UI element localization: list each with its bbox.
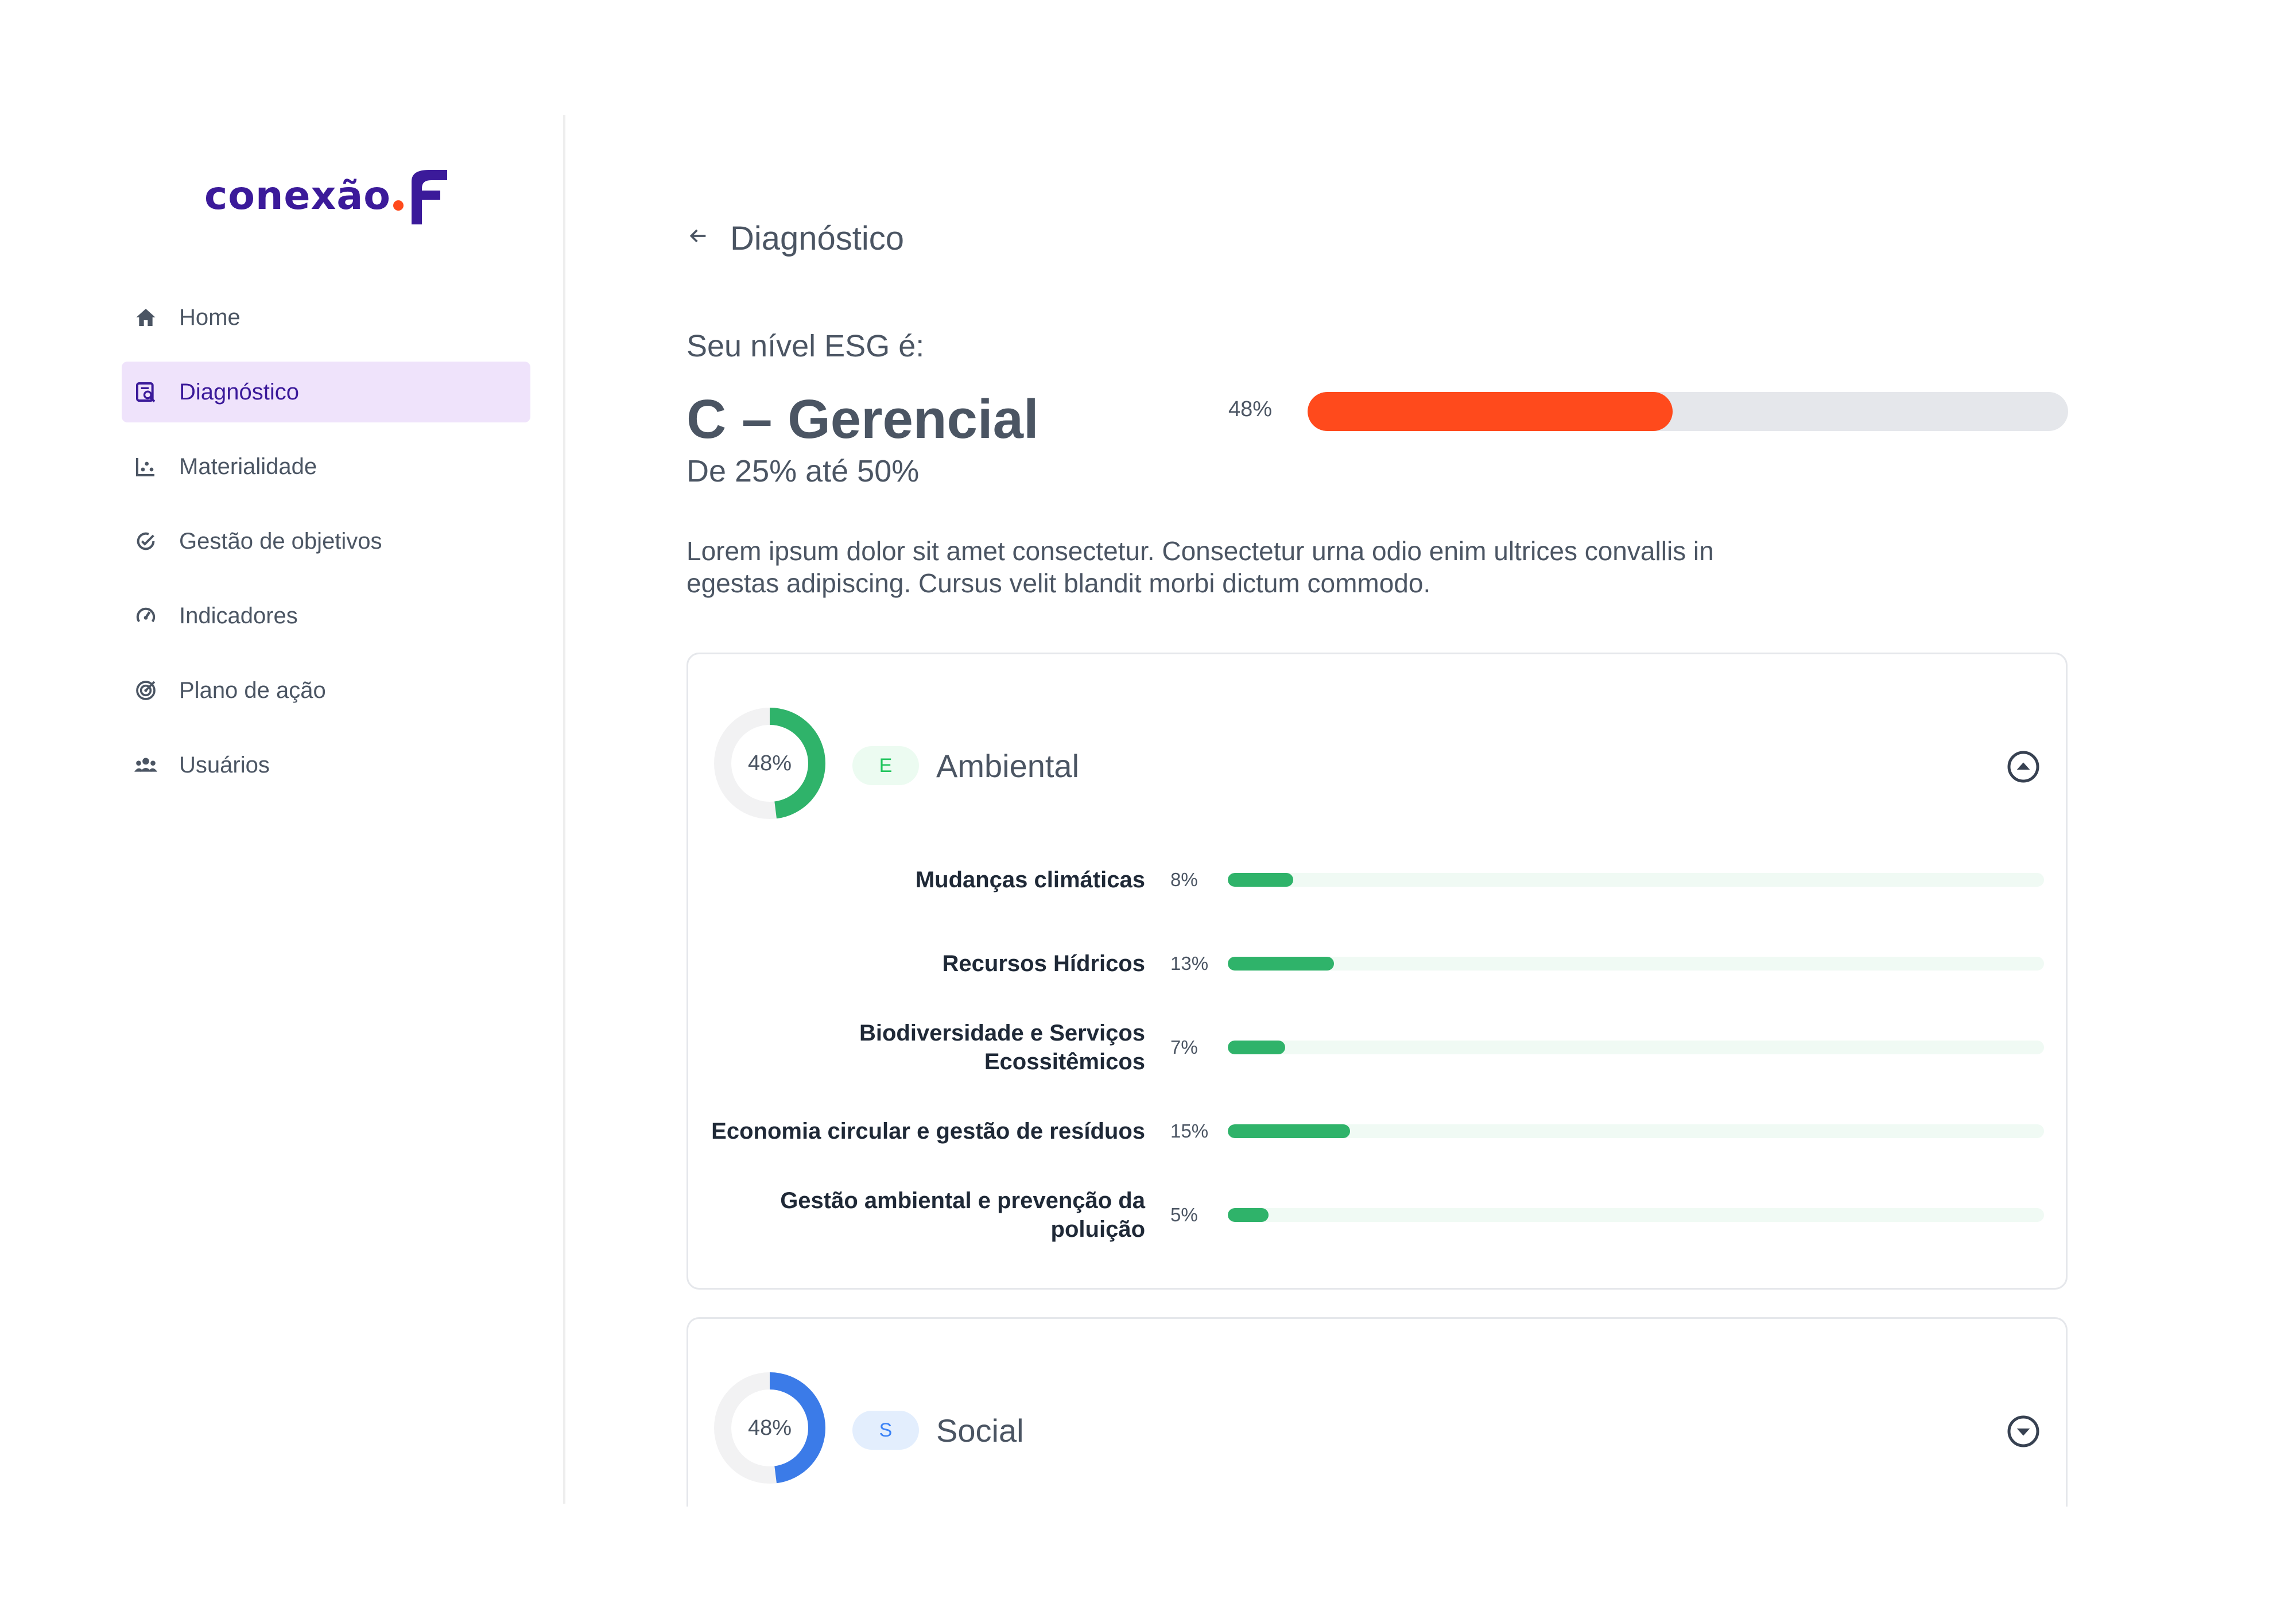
sidebar-nav: Home Diagnóstico Materialidade Gestão de… [122, 287, 530, 809]
arrow-left-icon [687, 223, 709, 254]
metric-label: Recursos Hídricos [942, 951, 1145, 976]
metric-label: Mudanças climáticas [915, 867, 1145, 892]
metric-progress-fill [1228, 1041, 1285, 1054]
esg-level-percent: 48% [1228, 397, 1273, 421]
category-card-ambiental: 48% E Ambiental Mudanças climáticas 8% R… [687, 653, 2068, 1290]
chart-icon [133, 454, 158, 479]
metric-progress-fill [1228, 873, 1293, 887]
metric-progress-bar [1228, 873, 2044, 887]
sidebar-item-indicadores[interactable]: Indicadores [122, 585, 530, 646]
home-icon [133, 305, 158, 330]
sidebar-item-gestao-objetivos[interactable]: Gestão de objetivos [122, 511, 530, 572]
sidebar-item-usuarios[interactable]: Usuários [122, 735, 530, 795]
category-card-social: 48% S Social [687, 1317, 2068, 1507]
metric-row: Mudanças climáticas 8% [688, 848, 2069, 911]
sidebar-item-label: Diagnóstico [179, 379, 300, 405]
metric-progress-fill [1228, 1124, 1351, 1138]
category-header[interactable]: 48% S Social [712, 1371, 2041, 1485]
users-icon [133, 752, 158, 778]
metric-row: Gestão ambiental e prevenção da poluição… [688, 1183, 2069, 1247]
metric-percent: 5% [1170, 1204, 1198, 1225]
metric-label: Economia circular e gestão de resíduos [711, 1119, 1145, 1144]
metric-progress-bar [1228, 1208, 2044, 1222]
category-letter-badge: S [852, 1411, 919, 1450]
metric-label: Biodiversidade e Serviços Ecossitêmicos [859, 1020, 1145, 1074]
sidebar: conexão Home Diagnóstico Materialidade G… [0, 115, 565, 1504]
esg-description: Lorem ipsum dolor sit amet consectetur. … [687, 536, 1714, 598]
metric-percent: 15% [1170, 1120, 1209, 1142]
metric-row: Biodiversidade e Serviços Ecossitêmicos … [688, 1016, 2069, 1079]
category-percent: 48% [747, 751, 792, 775]
esg-level-range: De 25% até 50% [687, 454, 920, 488]
logo-wordmark: conexão [204, 173, 391, 219]
metric-percent: 13% [1170, 953, 1209, 974]
gauge-icon [133, 603, 158, 628]
logo-f-mark-icon [412, 170, 448, 224]
metric-progress-bar [1228, 957, 2044, 971]
category-header[interactable]: 48% E Ambiental [712, 706, 2041, 821]
metric-percent: 7% [1170, 1037, 1198, 1058]
sidebar-item-label: Home [179, 304, 241, 330]
sidebar-item-label: Gestão de objetivos [179, 528, 382, 554]
category-percent: 48% [747, 1415, 792, 1440]
category-name: Ambiental [936, 747, 1080, 784]
target-icon [133, 678, 158, 703]
back-to-diagnostico[interactable]: Diagnóstico [687, 219, 904, 258]
sidebar-item-plano-acao[interactable]: Plano de ação [122, 660, 530, 721]
esg-level-label: Seu nível ESG é: [687, 329, 925, 363]
metric-label: Gestão ambiental e prevenção da poluição [780, 1188, 1145, 1242]
metric-percent: 8% [1170, 869, 1198, 890]
metric-progress-bar [1228, 1124, 2044, 1138]
check-circle-icon [133, 529, 158, 554]
logo-dot [393, 200, 404, 211]
category-letter-badge: E [852, 746, 919, 785]
sidebar-item-label: Usuários [179, 752, 270, 778]
sidebar-item-home[interactable]: Home [122, 287, 530, 348]
sidebar-item-label: Plano de ação [179, 677, 326, 703]
metric-progress-fill [1228, 1208, 1269, 1222]
metric-row: Recursos Hídricos 13% [688, 932, 2069, 995]
sidebar-item-label: Materialidade [179, 453, 317, 479]
brand-logo[interactable]: conexão [204, 164, 452, 227]
metric-row: Economia circular e gestão de resíduos 1… [688, 1100, 2069, 1163]
sidebar-item-label: Indicadores [179, 603, 298, 628]
page-title: Diagnóstico [730, 220, 905, 257]
chevron-down-circle-icon[interactable] [2006, 1414, 2041, 1449]
metric-progress-bar [1228, 1041, 2044, 1054]
esg-level-progress-fill [1308, 392, 1673, 431]
esg-level-progress-bar [1308, 392, 2068, 431]
chevron-up-circle-icon[interactable] [2006, 750, 2041, 784]
metric-progress-fill [1228, 957, 1334, 971]
sidebar-item-materialidade[interactable]: Materialidade [122, 436, 530, 497]
esg-level-name: C – Gerencial [687, 389, 1039, 450]
sidebar-item-diagnostico[interactable]: Diagnóstico [122, 362, 530, 422]
diagnostic-icon [133, 379, 158, 405]
category-name: Social [936, 1412, 1024, 1449]
